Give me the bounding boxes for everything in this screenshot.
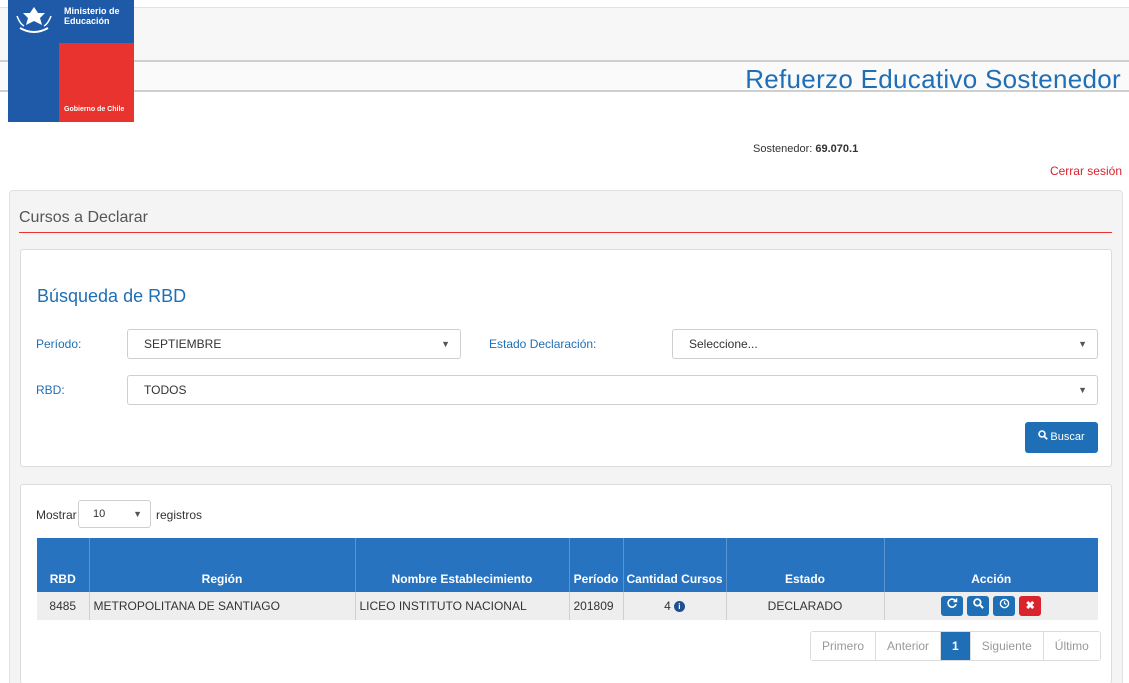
- chevron-down-icon: ▼: [1078, 385, 1087, 395]
- results-table: RBD Región Nombre Establecimiento Períod…: [37, 538, 1098, 620]
- rbd-select-value: TODOS: [144, 383, 187, 397]
- cell-actions: ✖: [884, 592, 1098, 620]
- search-button[interactable]: Buscar: [1025, 422, 1098, 453]
- table-row: 8485 METROPOLITANA DE SANTIAGO LICEO INS…: [37, 592, 1098, 620]
- sostenedor-value: 69.070.1: [815, 143, 859, 155]
- main-panel: Cursos a Declarar Búsqueda de RBD Períod…: [9, 190, 1123, 683]
- column-header[interactable]: Nombre Establecimiento: [355, 538, 570, 592]
- cell-rbd: 8485: [37, 592, 90, 620]
- chevron-down-icon: ▼: [441, 339, 450, 349]
- pagination-prev[interactable]: Anterior: [876, 632, 942, 660]
- pagination: Primero Anterior 1 Siguiente Último: [810, 631, 1101, 661]
- show-label: Mostrar: [36, 508, 77, 522]
- sostenedor-label: Sostenedor:: [753, 143, 813, 155]
- results-panel: Mostrar 10 ▼ registros RBD Región Nombre…: [20, 484, 1112, 683]
- search-icon[interactable]: [967, 596, 990, 616]
- search-panel: Búsqueda de RBD Período: SEPTIEMBRE ▼ Es…: [20, 249, 1112, 467]
- column-header[interactable]: Estado: [726, 538, 885, 592]
- pagination-last[interactable]: Último: [1043, 632, 1100, 660]
- logo-government-text: Gobierno de Chile: [64, 106, 125, 113]
- cell-cantidad: 4i: [623, 592, 727, 620]
- cell-nombre: LICEO INSTITUTO NACIONAL: [355, 592, 570, 620]
- periodo-label: Período:: [36, 337, 82, 351]
- sostenedor-info: Sostenedor: 69.070.1: [753, 143, 858, 155]
- table-header-row: RBD Región Nombre Establecimiento Períod…: [37, 538, 1098, 592]
- column-header: Acción: [884, 538, 1098, 592]
- logo-ministry-text: Ministerio de Educación: [64, 6, 120, 26]
- title-divider: [19, 232, 1112, 233]
- column-header[interactable]: Período: [569, 538, 624, 592]
- header-top-band: [0, 7, 1129, 62]
- pagination-first[interactable]: Primero: [811, 632, 877, 660]
- estado-select-value: Seleccione...: [689, 337, 758, 351]
- chevron-down-icon: ▼: [133, 509, 142, 519]
- ministry-logo[interactable]: Ministerio de Educación Gobierno de Chil…: [8, 0, 134, 122]
- column-header[interactable]: Cantidad Cursos: [623, 538, 727, 592]
- column-header[interactable]: RBD: [37, 538, 90, 592]
- page-size-select[interactable]: 10 ▼: [78, 500, 151, 528]
- chevron-down-icon: ▼: [1078, 339, 1087, 349]
- rbd-label: RBD:: [36, 383, 65, 397]
- pagination-current[interactable]: 1: [941, 632, 971, 660]
- records-label: registros: [156, 508, 203, 522]
- periodo-select-value: SEPTIEMBRE: [144, 337, 222, 351]
- info-icon[interactable]: i: [673, 601, 685, 613]
- estado-select[interactable]: Seleccione... ▼: [672, 329, 1098, 359]
- clock-icon[interactable]: [993, 596, 1016, 616]
- cell-region: METROPOLITANA DE SANTIAGO: [89, 592, 356, 620]
- search-button-label: Buscar: [1050, 431, 1085, 443]
- page-size-value: 10: [93, 508, 106, 520]
- refresh-icon[interactable]: [941, 596, 964, 616]
- logout-link[interactable]: Cerrar sesión: [1050, 164, 1122, 178]
- coat-of-arms-icon: [16, 7, 52, 33]
- search-title: Búsqueda de RBD: [37, 286, 187, 306]
- rbd-select[interactable]: TODOS ▼: [127, 375, 1098, 405]
- header: Ministerio de Educación Gobierno de Chil…: [0, 0, 1129, 122]
- cell-estado: DECLARADO: [726, 592, 885, 620]
- cell-periodo: 201809: [569, 592, 624, 620]
- column-header[interactable]: Región: [89, 538, 356, 592]
- close-icon[interactable]: ✖: [1019, 596, 1042, 616]
- pagination-next[interactable]: Siguiente: [970, 632, 1044, 660]
- search-icon: [1038, 422, 1049, 453]
- estado-label: Estado Declaración:: [489, 337, 597, 351]
- page-title: Cursos a Declarar: [19, 209, 148, 226]
- cantidad-value: 4: [664, 599, 671, 613]
- app-title: Refuerzo Educativo Sostenedor: [745, 64, 1121, 94]
- periodo-select[interactable]: SEPTIEMBRE ▼: [127, 329, 461, 359]
